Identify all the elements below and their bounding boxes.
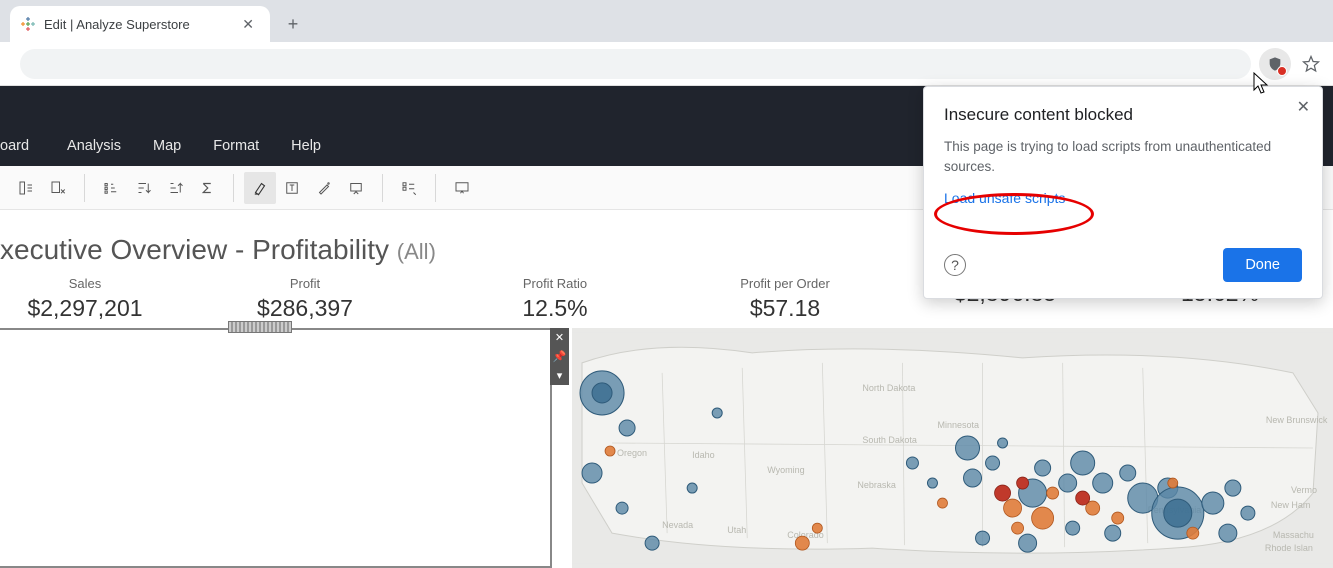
close-tab-icon[interactable]: ✕	[240, 14, 256, 35]
svg-text:New Ham: New Ham	[1271, 500, 1311, 510]
svg-text:Rhode Islan: Rhode Islan	[1265, 543, 1313, 553]
kpi-label: Profit per Order	[670, 276, 900, 291]
drag-handle[interactable]	[228, 321, 292, 333]
pane-controls: ✕ 📌 ▾	[550, 328, 569, 385]
svg-text:North Dakota: North Dakota	[862, 383, 915, 393]
chevron-down-icon[interactable]: ▾	[550, 366, 569, 385]
sort-bar-icon[interactable]	[159, 172, 191, 204]
svg-text:Nevada: Nevada	[662, 520, 693, 530]
totals-sigma-icon[interactable]	[191, 172, 223, 204]
map-viz[interactable]: North Dakota South Dakota Minnesota Oreg…	[572, 328, 1333, 568]
menu-format[interactable]: Format	[197, 138, 275, 154]
kpi-value: $2,297,201	[0, 295, 170, 322]
sort-desc-icon[interactable]	[127, 172, 159, 204]
menu-dashboard[interactable]: oard	[0, 138, 51, 154]
svg-text:Wyoming: Wyoming	[767, 465, 804, 475]
swap-rows-cols-icon[interactable]	[10, 172, 42, 204]
load-unsafe-link[interactable]: Load unsafe scripts	[944, 190, 1065, 206]
presentation-icon[interactable]	[446, 172, 478, 204]
browser-tab-strip: Edit | Analyze Superstore ✕ +	[0, 0, 1333, 42]
svg-text:Minnesota: Minnesota	[937, 420, 979, 430]
url-field[interactable]	[20, 49, 1251, 79]
help-icon[interactable]: ?	[944, 254, 966, 276]
kpi-label: Sales	[0, 276, 170, 291]
blocked-badge	[1277, 66, 1287, 76]
kpi-value: 12.5%	[440, 295, 670, 322]
menu-map[interactable]: Map	[137, 138, 197, 154]
kpi-sales: Sales $2,297,201	[0, 276, 170, 322]
svg-text:Nebraska: Nebraska	[857, 480, 896, 490]
show-me-icon[interactable]	[393, 172, 425, 204]
insecure-content-popup: ✕ Insecure content blocked This page is …	[923, 86, 1323, 299]
menu-help[interactable]: Help	[275, 138, 337, 154]
us-map-svg: North Dakota South Dakota Minnesota Oreg…	[572, 328, 1333, 568]
svg-text:Idaho: Idaho	[692, 450, 715, 460]
svg-text:Vermo: Vermo	[1291, 485, 1317, 495]
kpi-label: Profit Ratio	[440, 276, 670, 291]
kpi-label: Profit	[170, 276, 440, 291]
tab-title: Edit | Analyze Superstore	[44, 17, 240, 32]
svg-text:South Dakota: South Dakota	[862, 435, 917, 445]
clear-sheet-icon[interactable]	[42, 172, 74, 204]
kpi-ratio: Profit Ratio 12.5%	[440, 276, 670, 322]
kpi-value: $57.18	[670, 295, 900, 322]
close-pane-icon[interactable]: ✕	[550, 328, 569, 347]
pin-pane-icon[interactable]: 📌	[550, 347, 569, 366]
title-sub: (All)	[397, 239, 436, 264]
popup-title: Insecure content blocked	[944, 105, 1302, 125]
highlight-icon[interactable]	[244, 172, 276, 204]
svg-text:Oregon: Oregon	[617, 448, 647, 458]
title-main: xecutive Overview - Profitability	[0, 234, 397, 265]
menu-analysis[interactable]: Analysis	[51, 138, 137, 154]
blank-card-pane[interactable]: ✕ 📌 ▾	[0, 328, 552, 568]
content-blocked-shield-icon[interactable]	[1259, 48, 1291, 80]
kpi-ppo: Profit per Order $57.18	[670, 276, 900, 322]
sort-asc-icon[interactable]	[95, 172, 127, 204]
text-label-icon[interactable]	[276, 172, 308, 204]
svg-text:Utah: Utah	[727, 525, 746, 535]
bookmark-star-icon[interactable]	[1301, 54, 1321, 74]
browser-tab[interactable]: Edit | Analyze Superstore ✕	[10, 6, 270, 42]
format-pen-icon[interactable]	[308, 172, 340, 204]
tableau-favicon	[20, 16, 36, 32]
popup-body: This page is trying to load scripts from…	[944, 137, 1302, 176]
kpi-value: $286,397	[170, 295, 440, 322]
svg-text:Massachu: Massachu	[1273, 530, 1314, 540]
fit-dropdown-icon[interactable]	[340, 172, 372, 204]
new-tab-button[interactable]: +	[278, 9, 308, 39]
svg-text:New Brunswick: New Brunswick	[1266, 415, 1328, 425]
close-popup-icon[interactable]: ✕	[1297, 97, 1310, 117]
kpi-profit: Profit $286,397	[170, 276, 440, 322]
address-bar	[0, 42, 1333, 86]
done-button[interactable]: Done	[1223, 248, 1302, 282]
